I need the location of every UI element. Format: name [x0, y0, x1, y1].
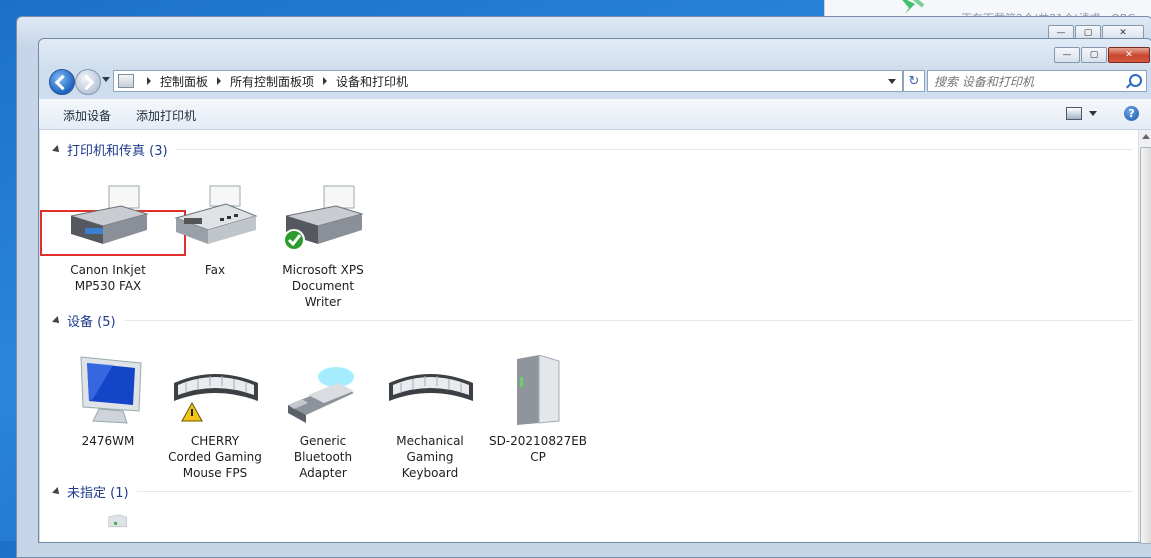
collapse-icon[interactable]: [52, 144, 62, 155]
chevron-right-icon[interactable]: [147, 77, 151, 85]
scroll-up-icon[interactable]: [1142, 134, 1150, 139]
breadcrumb-control-panel[interactable]: 控制面板: [160, 73, 208, 90]
group-header-unspecified[interactable]: 未指定 (1): [52, 482, 1133, 501]
maximize-button[interactable]: ▢: [1081, 47, 1107, 63]
usb-adapter-icon: [288, 367, 354, 423]
device-item[interactable]: Fax: [165, 184, 265, 278]
device-label: Mechanical Gaming Keyboard: [396, 434, 464, 480]
search-input[interactable]: [928, 73, 1124, 91]
monitor-icon: [80, 356, 142, 424]
view-dropdown-icon[interactable]: [1089, 111, 1097, 116]
device-label: Canon Inkjet MP530 FAX: [70, 263, 146, 293]
computer-icon: [517, 354, 560, 425]
control-panel-icon: [118, 74, 134, 88]
breadcrumb-all-items[interactable]: 所有控制面板项: [230, 73, 314, 90]
close-button[interactable]: ✕: [1108, 47, 1150, 63]
fax-icon: [174, 185, 258, 244]
keyboard-warning-icon: [174, 374, 258, 422]
group-header-printers[interactable]: 打印机和传真 (3): [52, 140, 1133, 159]
device-label: 2476WM: [81, 434, 135, 448]
search-box[interactable]: [927, 70, 1147, 92]
add-device-button[interactable]: 添加设备: [63, 107, 111, 124]
search-icon[interactable]: [1129, 74, 1142, 87]
chevron-right-icon[interactable]: [323, 77, 328, 85]
breadcrumb-devices-printers[interactable]: 设备和打印机: [336, 73, 408, 90]
collapse-icon[interactable]: [52, 315, 62, 326]
device-item[interactable]: Mechanical Gaming Keyboard: [380, 355, 480, 481]
toolbar: 添加设备 添加打印机 ?: [39, 99, 1151, 130]
device-item[interactable]: [72, 514, 172, 552]
device-label: Generic Bluetooth Adapter: [293, 434, 353, 480]
collapse-icon[interactable]: [52, 486, 62, 497]
device-label: Fax: [204, 263, 226, 277]
address-bar[interactable]: 控制面板 所有控制面板项 设备和打印机: [113, 70, 903, 92]
device-item[interactable]: Canon Inkjet MP530 FAX: [58, 184, 158, 294]
device-item[interactable]: Generic Bluetooth Adapter: [273, 355, 373, 481]
help-button[interactable]: ?: [1124, 106, 1139, 121]
address-dropdown-icon[interactable]: [888, 78, 896, 84]
device-list: 打印机和传真 (3) Canon Inkjet MP530 FAX Fax Mi…: [40, 130, 1138, 542]
device-label: SD-20210827EB CP: [488, 434, 588, 464]
scrollbar-thumb[interactable]: [1140, 147, 1151, 544]
keyboard-icon: [389, 374, 473, 401]
device-item[interactable]: SD-20210827EB CP: [488, 354, 588, 465]
chevron-right-icon[interactable]: [217, 77, 222, 85]
devices-and-printers-window: — ▢ ✕ 控制面板 所有控制面板项 设备和打印机 ↻ 添加设备 添加打印机 ?: [38, 38, 1151, 544]
group-title: 未指定 (1): [67, 486, 129, 501]
unspecified-device-icon: [108, 514, 127, 528]
refresh-button[interactable]: ↻: [903, 70, 925, 92]
device-label: Microsoft XPS Document Writer: [282, 263, 364, 309]
device-label: CHERRY Corded Gaming Mouse FPS: [168, 434, 262, 480]
device-item[interactable]: CHERRY Corded Gaming Mouse FPS: [165, 355, 265, 481]
app-logo-icon: [902, 0, 925, 14]
back-button[interactable]: [49, 69, 75, 95]
forward-button[interactable]: [75, 69, 101, 95]
group-title: 设备 (5): [67, 315, 116, 330]
device-item[interactable]: 2476WM: [58, 355, 158, 449]
recent-pages-dropdown[interactable]: [102, 77, 110, 82]
minimize-button[interactable]: —: [1054, 47, 1080, 63]
group-title: 打印机和传真 (3): [67, 144, 168, 159]
view-options-icon[interactable]: [1066, 107, 1082, 120]
group-header-devices[interactable]: 设备 (5): [52, 311, 1133, 330]
address-bar-row: 控制面板 所有控制面板项 设备和打印机 ↻: [45, 67, 1147, 95]
vertical-scrollbar[interactable]: [1138, 130, 1151, 544]
printer-icon: [70, 185, 149, 244]
device-item[interactable]: Microsoft XPS Document Writer: [273, 184, 373, 310]
printer-default-icon: [283, 185, 364, 251]
add-printer-button[interactable]: 添加打印机: [136, 107, 196, 124]
